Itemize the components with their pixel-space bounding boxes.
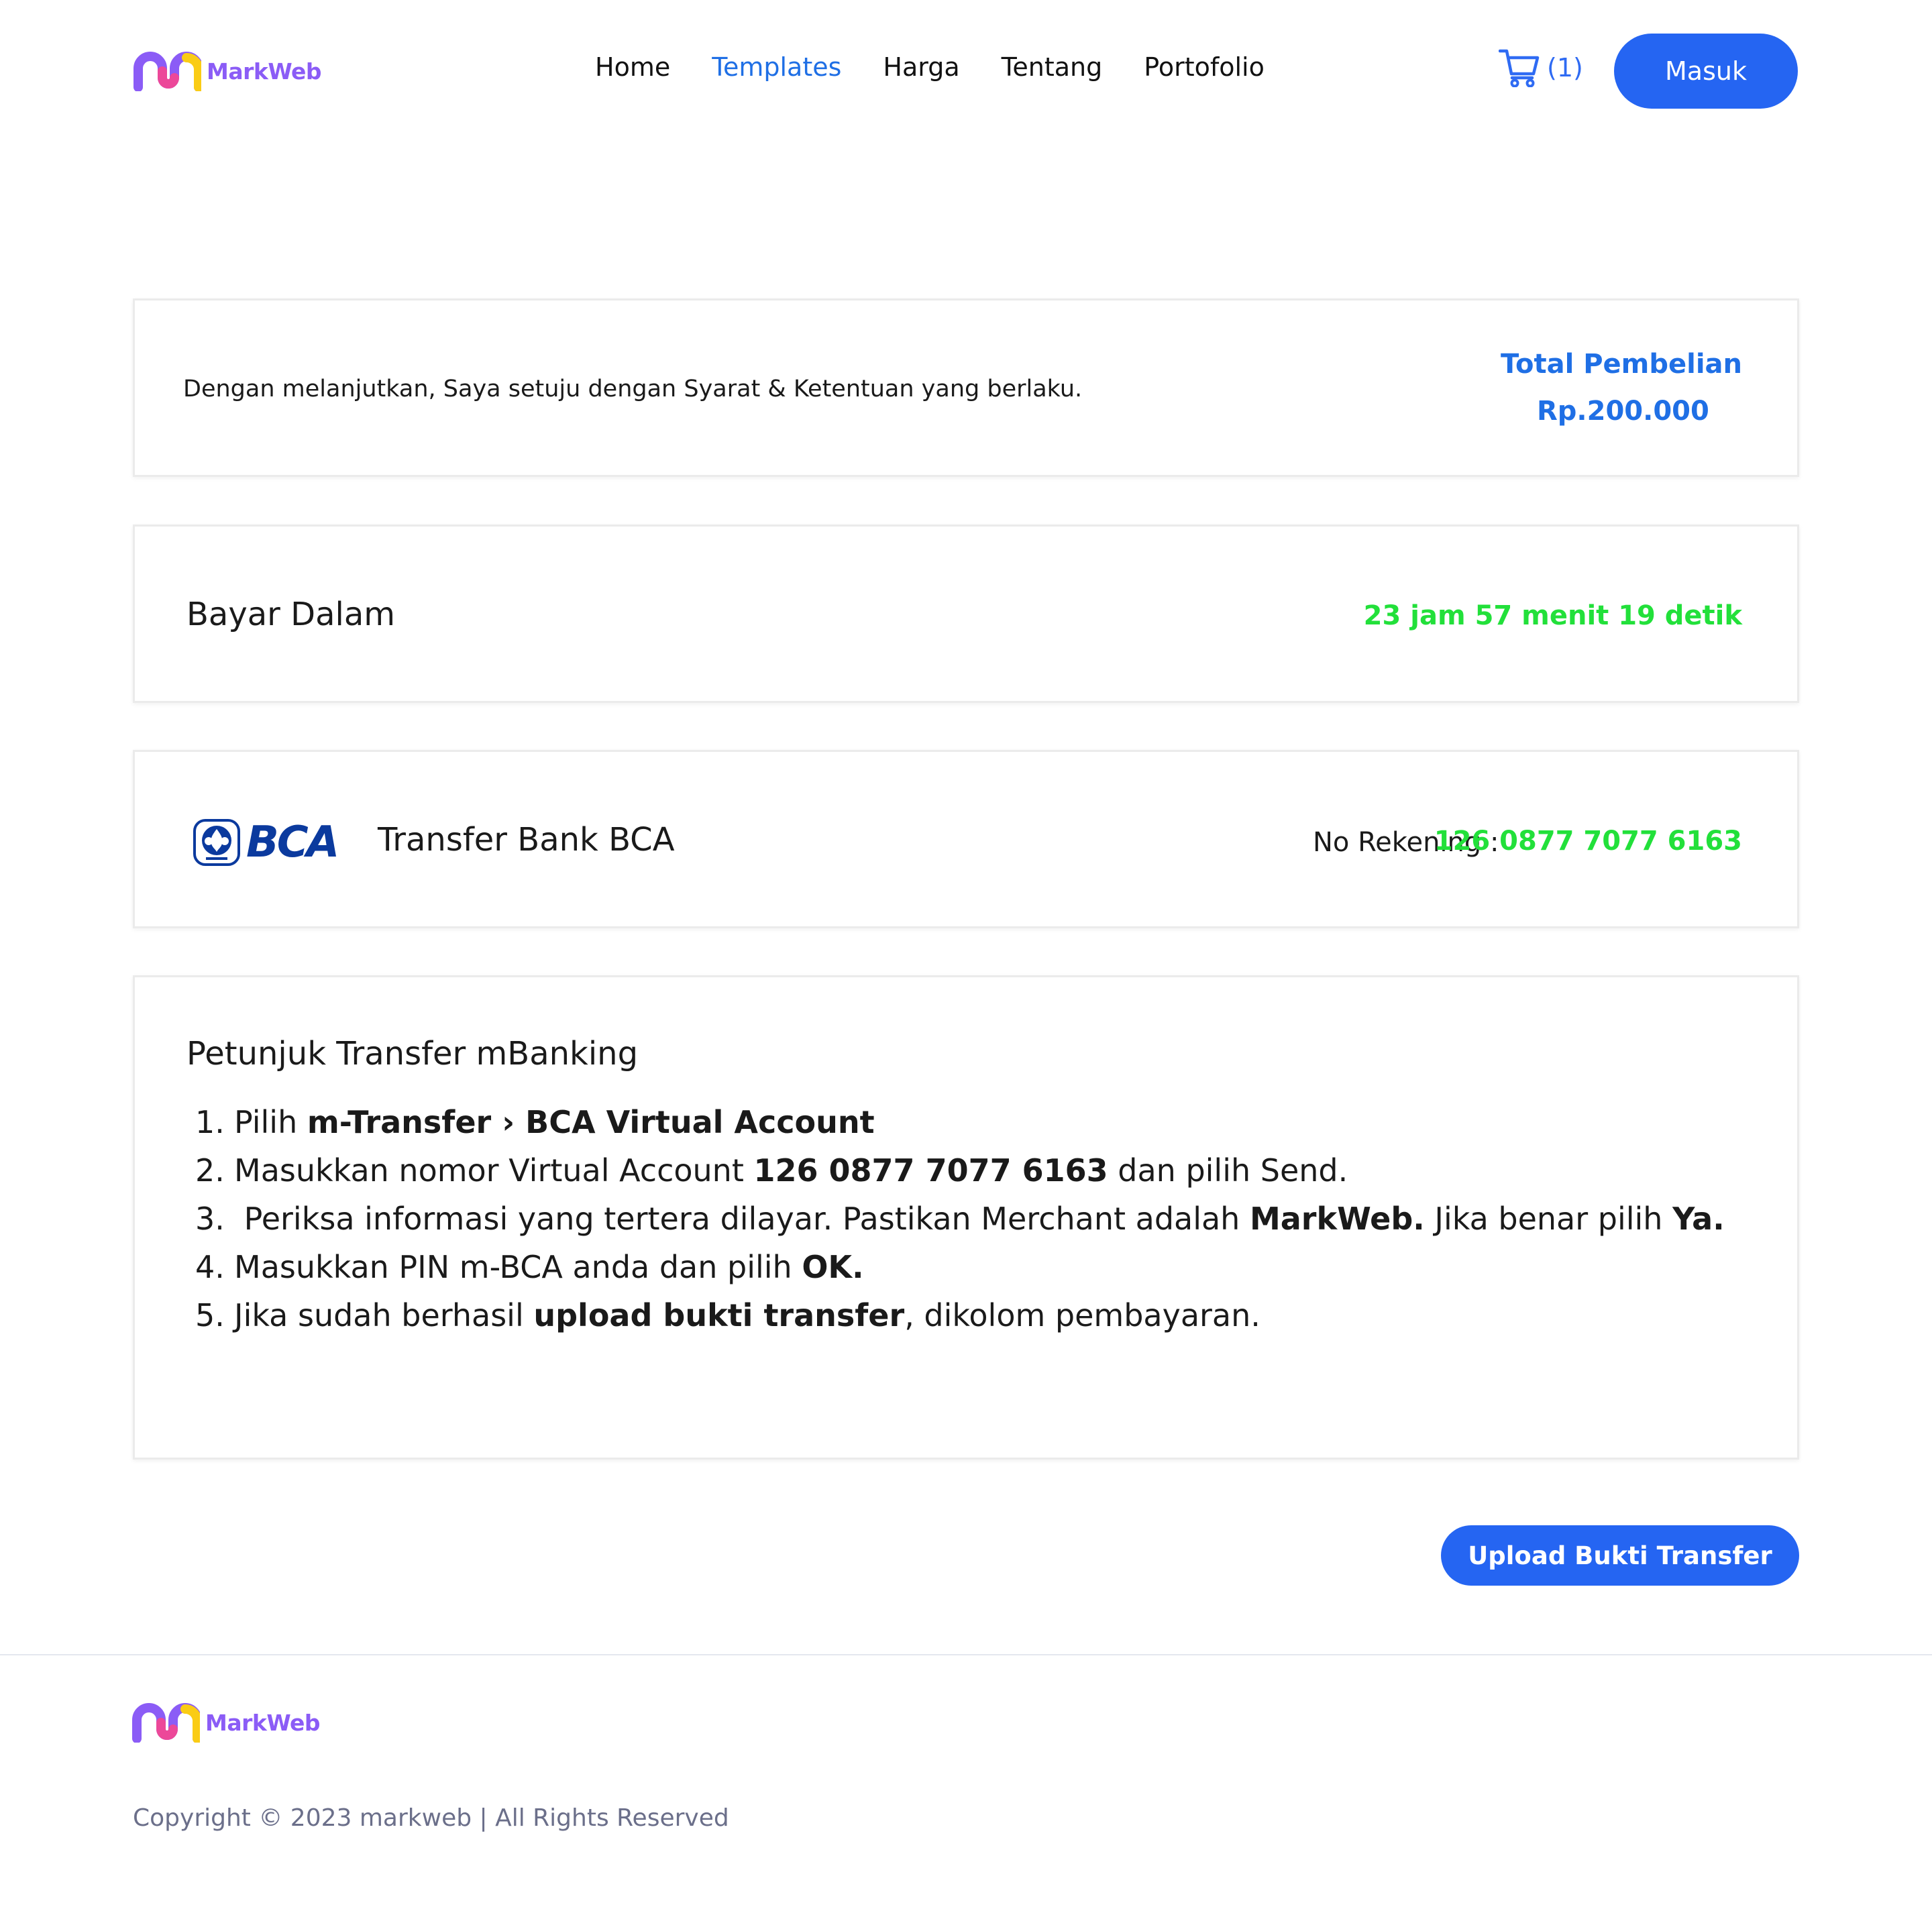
countdown-timer: 23 jam 57 menit 19 detik — [1363, 600, 1742, 631]
step-number: 2. — [195, 1152, 225, 1189]
instruction-step: 5. Jika sudah berhasil upload bukti trans… — [195, 1291, 1725, 1339]
bca-emblem-icon — [193, 819, 240, 866]
transfer-instructions-card: Petunjuk Transfer mBanking 1. Pilih m-Tra… — [133, 975, 1799, 1460]
step-text-bold: 126 0877 7077 6163 — [753, 1152, 1108, 1189]
instruction-step: 1. Pilih m-Transfer › BCA Virtual Account — [195, 1098, 1725, 1146]
pay-within-label: Bayar Dalam — [186, 596, 396, 633]
header-logo[interactable]: MarkWeb — [133, 51, 322, 91]
copyright-text: Copyright © 2023 markweb | All Rights Re… — [133, 1804, 729, 1832]
bank-method-name: Transfer Bank BCA — [378, 821, 675, 859]
markweb-logo-icon — [133, 52, 201, 91]
brand-name: MarkWeb — [207, 58, 322, 85]
footer-divider — [0, 1654, 1932, 1655]
cart-icon — [1499, 49, 1540, 87]
instructions-title: Petunjuk Transfer mBanking — [186, 1035, 639, 1073]
upload-proof-button[interactable]: Upload Bukti Transfer — [1441, 1525, 1799, 1586]
main-nav: Home Templates Harga Tentang Portofolio — [595, 52, 1265, 82]
step-text: Periksa informasi yang tertera dilayar. … — [234, 1195, 1725, 1243]
total-amount: Rp.200.000 — [1537, 396, 1709, 427]
step-text-segment: Pilih — [234, 1104, 307, 1140]
nav-portofolio[interactable]: Portofolio — [1144, 52, 1265, 82]
payment-deadline-card: Bayar Dalam 23 jam 57 menit 19 detik — [133, 525, 1799, 703]
step-text-bold: MarkWeb. — [1249, 1201, 1425, 1237]
step-text-segment: Jika benar pilih — [1424, 1201, 1673, 1237]
bca-wordmark: BCA — [246, 818, 339, 867]
footer-logo[interactable]: MarkWeb — [131, 1702, 321, 1743]
site-header: MarkWeb Home Templates Harga Tentang Por… — [0, 0, 1932, 142]
bank-transfer-card: BCA Transfer Bank BCA No Rekening : 126 … — [133, 750, 1799, 928]
step-text-segment: Jika sudah berhasil — [234, 1297, 534, 1333]
instructions-list: 1. Pilih m-Transfer › BCA Virtual Account… — [195, 1098, 1725, 1339]
nav-tentang[interactable]: Tentang — [1002, 52, 1103, 82]
instruction-step: 4. Masukkan PIN m-BCA anda dan pilih OK. — [195, 1243, 1725, 1291]
nav-home[interactable]: Home — [595, 52, 670, 82]
total-label: Total Pembelian — [1501, 349, 1742, 380]
cart-link[interactable]: (1) — [1499, 48, 1583, 87]
purchase-summary-card: Dengan melanjutkan, Saya setuju dengan S… — [133, 298, 1799, 477]
bca-logo: BCA — [193, 818, 339, 867]
step-text-bold: Ya. — [1672, 1201, 1725, 1237]
nav-templates[interactable]: Templates — [712, 52, 841, 82]
terms-text: Dengan melanjutkan, Saya setuju dengan S… — [183, 376, 1083, 402]
step-text: Masukkan nomor Virtual Account 126 0877 … — [234, 1146, 1348, 1195]
account-number[interactable]: 126 0877 7077 6163 — [1434, 826, 1742, 857]
step-text: Jika sudah berhasil upload bukti transfe… — [234, 1291, 1260, 1339]
instruction-step: 3. Periksa informasi yang tertera dilaya… — [195, 1195, 1725, 1243]
step-number: 4. — [195, 1249, 225, 1285]
step-text: Masukkan PIN m-BCA anda dan pilih OK. — [234, 1243, 864, 1291]
step-number: 5. — [195, 1297, 225, 1333]
step-text-bold: upload bukti transfer — [533, 1297, 905, 1333]
instruction-step: 2. Masukkan nomor Virtual Account 126 087… — [195, 1146, 1725, 1195]
step-number: 3. — [195, 1201, 225, 1237]
step-text-segment: , dikolom pembayaran. — [904, 1297, 1260, 1333]
nav-harga[interactable]: Harga — [883, 52, 959, 82]
step-number: 1. — [195, 1104, 225, 1140]
footer-brand-name: MarkWeb — [205, 1709, 321, 1736]
login-button[interactable]: Masuk — [1614, 34, 1798, 109]
step-text: Pilih m-Transfer › BCA Virtual Account — [234, 1098, 875, 1146]
step-text-segment: Masukkan nomor Virtual Account — [234, 1152, 754, 1189]
step-text-bold: m-Transfer › BCA Virtual Account — [307, 1104, 875, 1140]
step-text-segment: Masukkan PIN m-BCA anda dan pilih — [234, 1249, 802, 1285]
step-text-segment: dan pilih Send. — [1108, 1152, 1348, 1189]
cart-count: (1) — [1547, 53, 1583, 83]
step-text-bold: OK. — [802, 1249, 864, 1285]
step-text-segment: Periksa informasi yang tertera dilayar. … — [234, 1201, 1250, 1237]
markweb-logo-icon — [132, 1703, 200, 1743]
